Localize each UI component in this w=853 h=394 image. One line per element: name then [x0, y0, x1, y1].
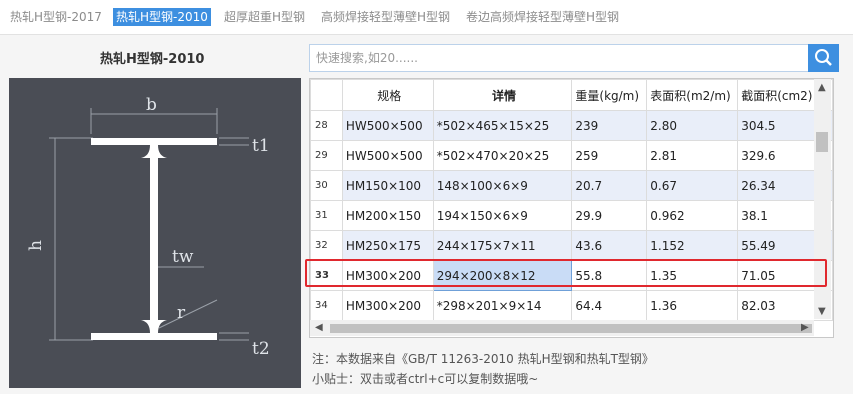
h-beam-diagram: b h t1 t2 tw r: [9, 78, 301, 388]
row-number: 28: [310, 110, 343, 141]
cell-weight[interactable]: 64.4: [571, 290, 648, 321]
tip-note: 小贴士：双击或者ctrl+c可以复制数据哦~: [312, 372, 539, 386]
cell-spec[interactable]: HM150×100: [341, 170, 434, 201]
data-grid: 规格 详情 重量(kg/m) 表面积(m2/m) 截面积(cm2) 28 HW5…: [309, 78, 834, 338]
cell-spec[interactable]: HM300×200: [341, 290, 434, 321]
cell-weight[interactable]: 239: [571, 110, 648, 141]
row-number: 32: [310, 230, 343, 261]
cell-surface[interactable]: 0.67: [646, 170, 739, 201]
label-t1: t1: [252, 136, 270, 156]
selected-row-highlight: [305, 259, 827, 287]
scroll-left-icon[interactable]: ◀: [315, 322, 323, 334]
cell-weight[interactable]: 20.7: [571, 170, 648, 201]
h-beam-section-drawing: b h t1 t2 tw r: [26, 95, 270, 359]
tab-bar: 热轧H型钢-2017 热轧H型钢-2010 超厚超重H型钢 高频焊接轻型薄壁H型…: [0, 0, 853, 35]
table-header-row: 规格 详情 重量(kg/m) 表面积(m2/m) 截面积(cm2): [310, 79, 833, 111]
label-r: r: [177, 303, 186, 323]
cell-surface[interactable]: 1.36: [646, 290, 739, 321]
cell-surface[interactable]: 0.962: [646, 200, 739, 231]
scroll-down-icon[interactable]: ▼: [818, 306, 826, 318]
tab-curled-hf-welded-light-h[interactable]: 卷边高频焊接轻型薄壁H型钢: [466, 8, 619, 26]
cell-spec[interactable]: HW500×500: [341, 140, 434, 171]
header-surface[interactable]: 表面积(m2/m): [646, 79, 739, 111]
vertical-scroll-thumb[interactable]: [816, 132, 828, 152]
header-detail[interactable]: 详情: [432, 79, 573, 111]
table-row[interactable]: 29 HW500×500 *502×470×20×25 259 2.81 329…: [310, 140, 833, 171]
label-t2: t2: [252, 339, 270, 359]
table-row[interactable]: 30 HM150×100 148×100×6×9 20.7 0.67 26.34: [310, 170, 833, 201]
header-rownum: [310, 79, 343, 111]
row-number: 31: [310, 200, 343, 231]
diagram-title: 热轧H型钢-2010: [100, 52, 205, 67]
scroll-up-icon[interactable]: ▲: [818, 82, 826, 94]
search-button[interactable]: [808, 44, 839, 72]
label-b: b: [146, 95, 157, 115]
cell-surface[interactable]: 2.81: [646, 140, 739, 171]
tab-hot-rolled-h-2017[interactable]: 热轧H型钢-2017: [10, 8, 102, 26]
row-number: 30: [310, 170, 343, 201]
cell-weight[interactable]: 29.9: [571, 200, 648, 231]
table-row[interactable]: 28 HW500×500 *502×465×15×25 239 2.80 304…: [310, 110, 833, 141]
cell-surface[interactable]: 2.80: [646, 110, 739, 141]
label-tw: tw: [172, 247, 194, 267]
search-input[interactable]: 快速搜索,如20......: [309, 44, 809, 72]
row-number: 29: [310, 140, 343, 171]
cell-detail[interactable]: 148×100×6×9: [432, 170, 573, 201]
cell-weight[interactable]: 43.6: [571, 230, 648, 261]
header-spec[interactable]: 规格: [341, 79, 434, 111]
cell-detail[interactable]: 194×150×6×9: [432, 200, 573, 231]
label-h: h: [26, 240, 46, 251]
cell-spec[interactable]: HW500×500: [341, 110, 434, 141]
row-number: 34: [310, 290, 343, 321]
table-row[interactable]: 34 HM300×200 *298×201×9×14 64.4 1.36 82.…: [310, 290, 833, 321]
header-weight[interactable]: 重量(kg/m): [571, 79, 648, 111]
tab-hot-rolled-h-2010[interactable]: 热轧H型钢-2010: [113, 8, 211, 26]
horizontal-scroll-thumb[interactable]: [330, 324, 812, 333]
cell-detail[interactable]: *502×470×20×25: [432, 140, 573, 171]
cell-detail[interactable]: *298×201×9×14: [432, 290, 573, 321]
table-row[interactable]: 32 HM250×175 244×175×7×11 43.6 1.152 55.…: [310, 230, 833, 261]
data-source-note: 注：本数据来自《GB/T 11263-2010 热轧H型钢和热轧T型钢》: [312, 352, 654, 366]
cell-spec[interactable]: HM200×150: [341, 200, 434, 231]
cell-spec[interactable]: HM250×175: [341, 230, 434, 261]
cell-detail[interactable]: *502×465×15×25: [432, 110, 573, 141]
cell-weight[interactable]: 259: [571, 140, 648, 171]
tab-extra-thick-h[interactable]: 超厚超重H型钢: [224, 8, 305, 26]
scroll-right-icon[interactable]: ▶: [801, 322, 809, 334]
cell-surface[interactable]: 1.152: [646, 230, 739, 261]
table-row[interactable]: 31 HM200×150 194×150×6×9 29.9 0.962 38.1: [310, 200, 833, 231]
cell-detail[interactable]: 244×175×7×11: [432, 230, 573, 261]
search-icon: [815, 49, 832, 66]
tab-hf-welded-light-h[interactable]: 高频焊接轻型薄壁H型钢: [321, 8, 450, 26]
